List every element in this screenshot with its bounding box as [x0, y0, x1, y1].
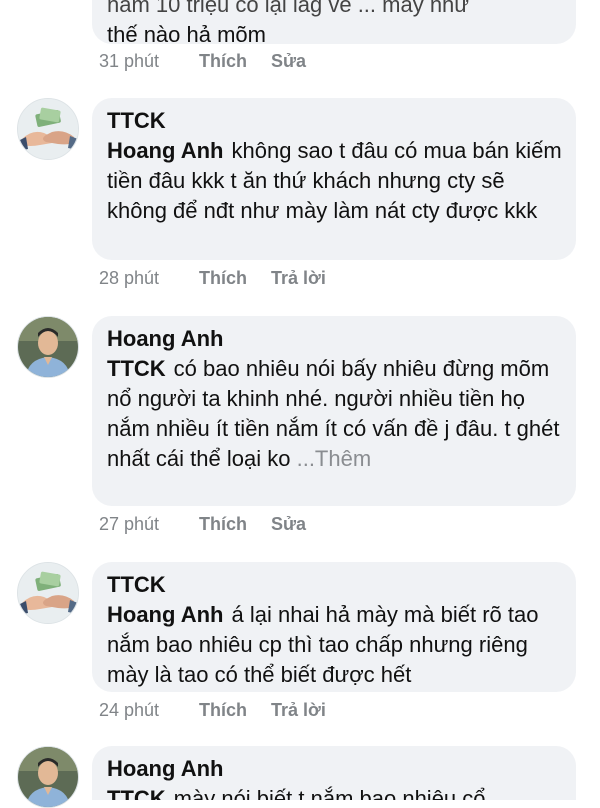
- comment-body: mày nói biết t nắm bao nhiêu cổ: [173, 786, 486, 800]
- comment-meta: 27 phút Thích Sửa: [99, 512, 330, 536]
- comment-meta: 31 phút Thích Sửa: [99, 49, 330, 73]
- edit-button[interactable]: Sửa: [271, 512, 306, 536]
- comment-time: 28 phút: [99, 268, 160, 288]
- mention-link[interactable]: TTCK: [107, 356, 166, 381]
- comment-author[interactable]: Hoang Anh: [107, 324, 562, 354]
- comment-text: Hoang Anh không sao t đâu có mua bán kiếm…: [107, 136, 562, 226]
- comment-time: 27 phút: [99, 514, 160, 534]
- comment-author[interactable]: TTCK: [107, 570, 562, 600]
- edit-button[interactable]: Sửa: [271, 49, 306, 73]
- see-more-link[interactable]: ...Thêm: [297, 446, 372, 471]
- like-button[interactable]: Thích: [199, 698, 247, 722]
- reply-button[interactable]: Trả lời: [271, 266, 326, 290]
- comment-bubble: nam 10 triệu có lại lag về ... mày như t…: [92, 0, 576, 47]
- comment-time: 31 phút: [99, 51, 160, 71]
- like-button[interactable]: Thích: [199, 49, 247, 73]
- avatar[interactable]: [17, 316, 79, 378]
- comment-bubble: Hoang Anh TTCK mày nói biết t nắm bao nhi…: [92, 746, 576, 800]
- comment-bubble: Hoang Anh TTCK có bao nhiêu nói bấy nhiêu…: [92, 316, 576, 506]
- mention-link[interactable]: TTCK: [107, 786, 166, 800]
- comment-meta: 28 phút Thích Trả lời: [99, 266, 350, 290]
- comment-text: Hoang Anh á lại nhai hả mày mà biết rõ ta…: [107, 600, 562, 690]
- mention-link[interactable]: Hoang Anh: [107, 138, 224, 163]
- like-button[interactable]: Thích: [199, 512, 247, 536]
- mention-link[interactable]: Hoang Anh: [107, 602, 224, 627]
- person-photo-icon: [18, 317, 78, 377]
- comment-time: 24 phút: [99, 700, 160, 720]
- comment-text: TTCK mày nói biết t nắm bao nhiêu cổ: [107, 784, 562, 800]
- comment-author[interactable]: TTCK: [107, 106, 562, 136]
- comment-bubble: TTCK Hoang Anh không sao t đâu có mua bán…: [92, 98, 576, 260]
- avatar[interactable]: [17, 98, 79, 160]
- handshake-money-icon: [18, 563, 78, 623]
- handshake-money-icon: [18, 99, 78, 159]
- comment-text: TTCK có bao nhiêu nói bấy nhiêu đừng mõm …: [107, 354, 562, 474]
- like-button[interactable]: Thích: [199, 266, 247, 290]
- person-photo-icon: [18, 747, 78, 807]
- comment-text-line-2: thế nào hả mõm: [107, 22, 266, 47]
- comment-text-line-1: nam 10 triệu có lại lag về ... mày như: [107, 0, 470, 17]
- avatar[interactable]: [17, 562, 79, 624]
- comment-meta: 24 phút Thích Trả lời: [99, 698, 350, 722]
- comment-author[interactable]: Hoang Anh: [107, 754, 562, 784]
- avatar[interactable]: [17, 746, 79, 808]
- comment-bubble: TTCK Hoang Anh á lại nhai hả mày mà biết …: [92, 562, 576, 692]
- reply-button[interactable]: Trả lời: [271, 698, 326, 722]
